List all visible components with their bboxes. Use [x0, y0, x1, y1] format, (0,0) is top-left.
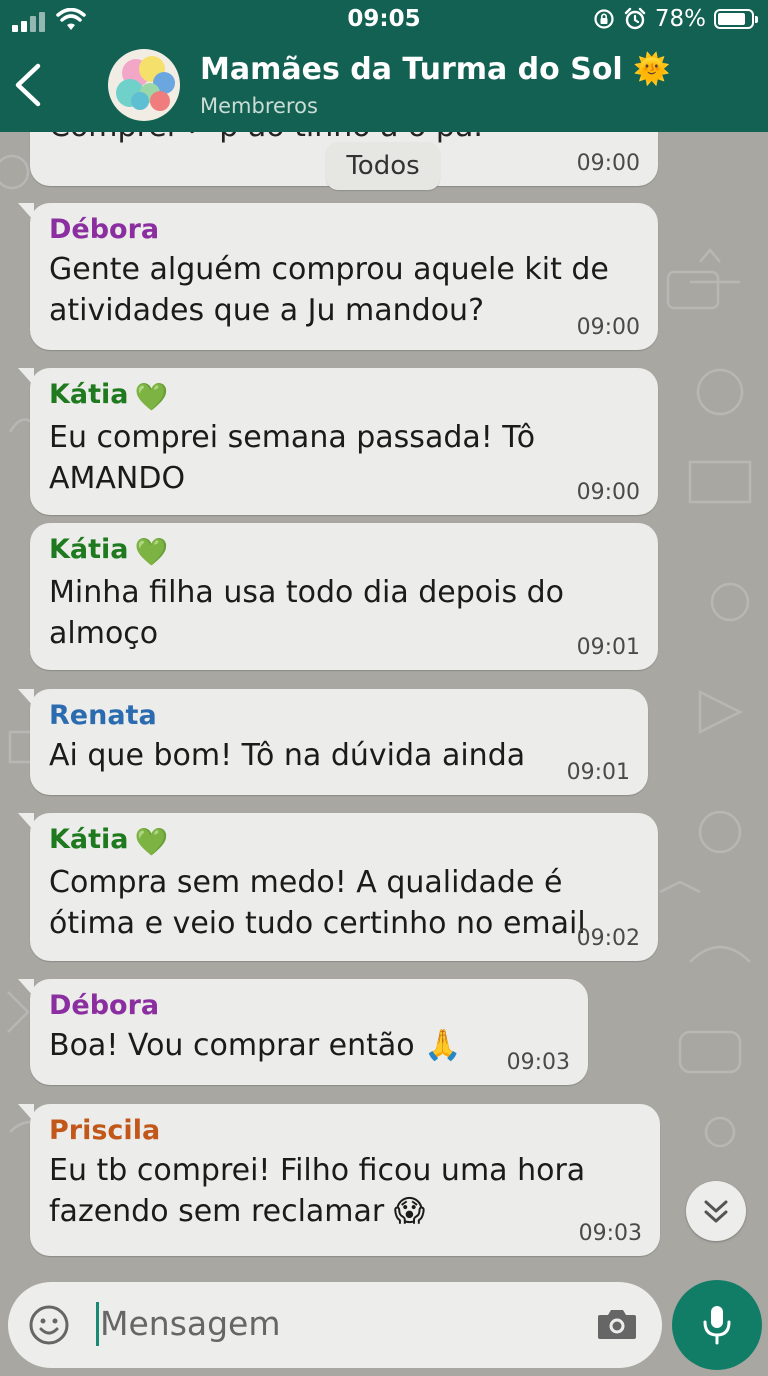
message-bubble[interactable]: Priscila Eu tb comprei! Filho ficou uma …	[18, 1104, 660, 1256]
message-list[interactable]: Comprei ✓ p ao tinho a o pa. 09:00 Todos…	[0, 132, 768, 1282]
message-bubble[interactable]: Kátia 💚 Compra sem medo! A qualidade é ót…	[18, 813, 658, 961]
sender-name: Kátia 💚	[49, 821, 638, 862]
message-text: Gente alguém comprou aquele kit de ativi…	[49, 252, 619, 328]
green-heart-emoji: 💚	[134, 827, 169, 858]
sender-name: Kátia 💚	[49, 531, 638, 572]
message-time: 09:01	[576, 635, 640, 660]
status-right: 78%	[593, 6, 758, 32]
sender-name: Renata	[49, 700, 157, 731]
battery-percent: 78%	[654, 6, 706, 32]
message-time: 09:00	[576, 480, 640, 505]
group-name: Mamães da Turma do Sol	[200, 52, 623, 87]
green-heart-emoji: 💚	[134, 537, 169, 568]
filter-todos-chip[interactable]: Todos	[326, 142, 440, 190]
chat-title[interactable]: Mamães da Turma do Sol 🌞	[200, 52, 671, 87]
text-caret	[96, 1302, 99, 1346]
battery-icon	[714, 9, 758, 29]
camera-icon[interactable]	[596, 1306, 638, 1342]
message-time: 09:02	[576, 926, 640, 951]
message-text: Eu tb comprei! Filho ficou uma hora faze…	[49, 1153, 595, 1229]
message-bubble[interactable]: Kátia 💚 Eu comprei semana passada! Tô AMA…	[18, 368, 658, 515]
message-bubble[interactable]: Débora Boa! Vou comprar então 🙏 09:03	[18, 979, 588, 1085]
alarm-icon	[624, 7, 646, 30]
sun-emoji: 🌞	[633, 52, 671, 87]
message-placeholder: Mensagem	[100, 1304, 281, 1343]
message-time: 09:00	[576, 151, 640, 176]
message-time: 09:03	[506, 1050, 570, 1075]
sender-name: Débora	[49, 214, 160, 245]
message-time: 09:00	[576, 315, 640, 340]
chat-subtitle: Membreros	[200, 94, 318, 118]
message-text: Boa! Vou comprar então 🙏	[49, 1028, 462, 1063]
message-bubble[interactable]: Débora Gente alguém comprou aquele kit d…	[18, 203, 658, 350]
group-avatar-icon[interactable]	[108, 49, 180, 121]
chevron-down-icon	[704, 1200, 728, 1223]
mic-button[interactable]	[672, 1280, 762, 1370]
sender-name: Priscila	[49, 1115, 161, 1146]
emoji-icon[interactable]	[28, 1304, 70, 1346]
sender-name: Débora	[49, 990, 160, 1021]
status-bar: 09:05 78%	[0, 0, 768, 44]
message-bubble[interactable]: Kátia 💚 Minha filha usa todo dia depois d…	[30, 523, 658, 670]
scroll-to-bottom-button[interactable]	[686, 1181, 746, 1241]
green-heart-emoji: 💚	[134, 382, 169, 413]
chat-screen: 09:05 78% Mamães da Turma do Sol 🌞 Membr…	[0, 0, 768, 1376]
lock-rotation-icon	[594, 9, 614, 29]
sender-name: Kátia 💚	[49, 376, 638, 417]
message-bubble[interactable]: Renata Ai que bom! Tô na dúvida ainda 09…	[18, 689, 648, 795]
message-text: Ai que bom! Tô na dúvida ainda	[49, 738, 526, 773]
message-time: 09:01	[566, 760, 630, 785]
message-text: Compra sem medo! A qualidade é ótima e v…	[49, 865, 586, 941]
back-arrow-icon[interactable]	[12, 62, 42, 108]
composer: Mensagem	[0, 1280, 768, 1376]
message-text: Minha filha usa todo dia depois do almoç…	[49, 575, 574, 651]
message-time: 09:03	[578, 1221, 642, 1246]
mic-icon	[703, 1306, 731, 1345]
message-text: Eu comprei semana passada! Tô AMANDO	[49, 420, 545, 496]
message-input[interactable]: Mensagem	[8, 1282, 662, 1368]
chat-header: 09:05 78% Mamães da Turma do Sol 🌞 Membr…	[0, 0, 768, 132]
